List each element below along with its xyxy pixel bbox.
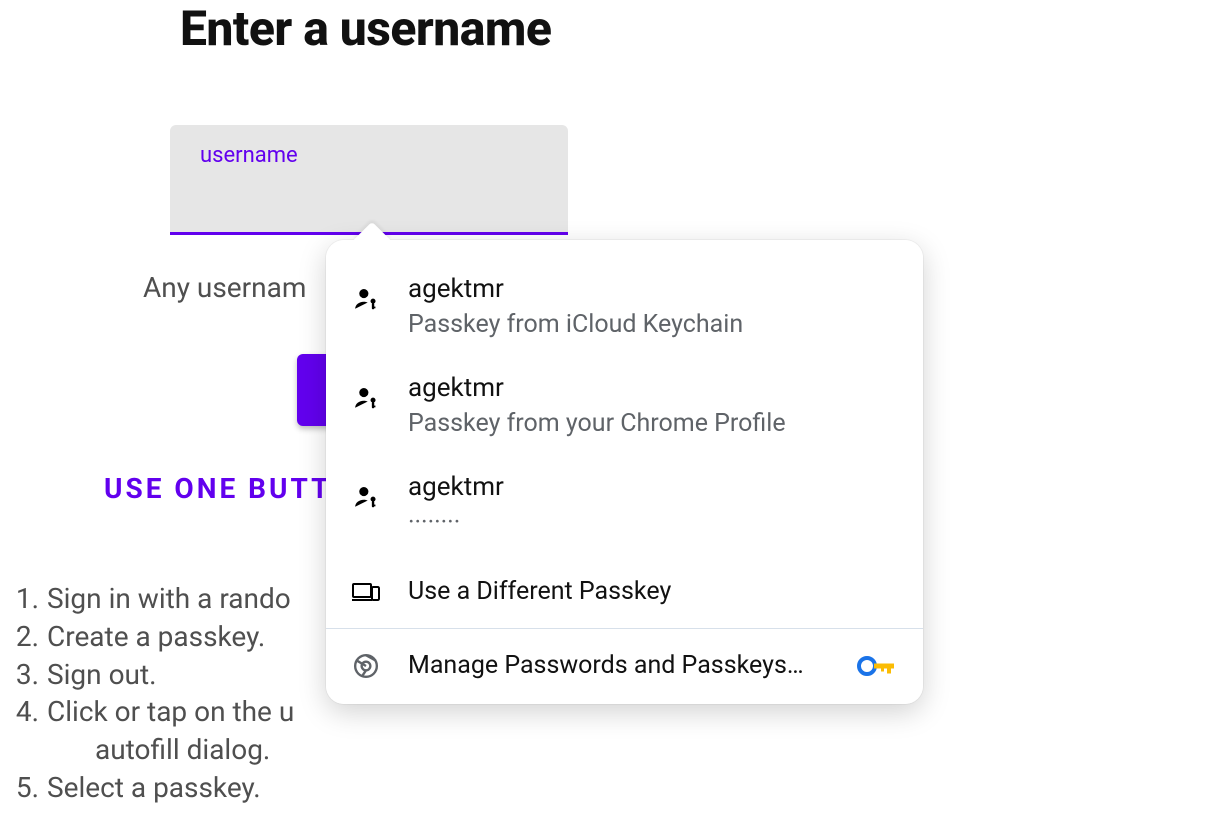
passkey-user-icon	[352, 286, 380, 312]
step-text: autofill dialog.	[47, 731, 270, 769]
use-different-passkey[interactable]: Use a Different Passkey	[326, 557, 923, 628]
autofill-entry-source: Passkey from iCloud Keychain	[408, 310, 897, 339]
use-different-passkey-label: Use a Different Passkey	[408, 577, 671, 606]
helper-text: Any usernam	[143, 271, 306, 304]
step-number: 5.	[7, 769, 47, 807]
devices-icon	[352, 581, 380, 603]
page-title: Enter a username	[180, 0, 551, 57]
step-number: 3.	[7, 656, 47, 694]
step-text: Sign in with a rando	[47, 580, 291, 618]
step-number: 4.	[7, 693, 47, 731]
manage-passwords[interactable]: Manage Passwords and Passkeys…	[326, 629, 923, 704]
autofill-entry-username: agektmr	[408, 274, 897, 304]
step-text: Create a passkey.	[47, 618, 265, 656]
step-number: 1.	[7, 580, 47, 618]
step-text: Click or tap on the u	[47, 693, 294, 731]
username-input[interactable]: username	[170, 125, 568, 235]
autofill-entry-source: Passkey from your Chrome Profile	[408, 409, 897, 438]
autofill-entry[interactable]: agektmr Passkey from iCloud Keychain	[326, 260, 923, 359]
chrome-icon	[352, 653, 380, 679]
username-input-label: username	[200, 143, 298, 168]
autofill-entry-username: agektmr	[408, 472, 897, 502]
step-text: Sign out.	[47, 656, 157, 694]
manage-passwords-label: Manage Passwords and Passkeys…	[408, 651, 857, 680]
passkey-user-icon	[352, 385, 380, 411]
step-text: Select a passkey.	[47, 769, 261, 807]
passkey-user-icon	[352, 484, 380, 510]
step-number	[7, 731, 47, 769]
autofill-entry-username: agektmr	[408, 373, 897, 403]
autofill-entry[interactable]: agektmr Passkey from your Chrome Profile	[326, 359, 923, 458]
step-number: 2.	[7, 618, 47, 656]
use-one-button-link[interactable]: USE ONE BUTT	[104, 472, 331, 505]
autofill-entry-password: ········	[408, 508, 897, 537]
steps-list: 1.Sign in with a rando 2.Create a passke…	[7, 580, 294, 807]
autofill-entry[interactable]: agektmr ········	[326, 458, 923, 557]
key-icon	[857, 655, 897, 677]
autofill-popup: agektmr Passkey from iCloud Keychain age…	[326, 240, 923, 704]
